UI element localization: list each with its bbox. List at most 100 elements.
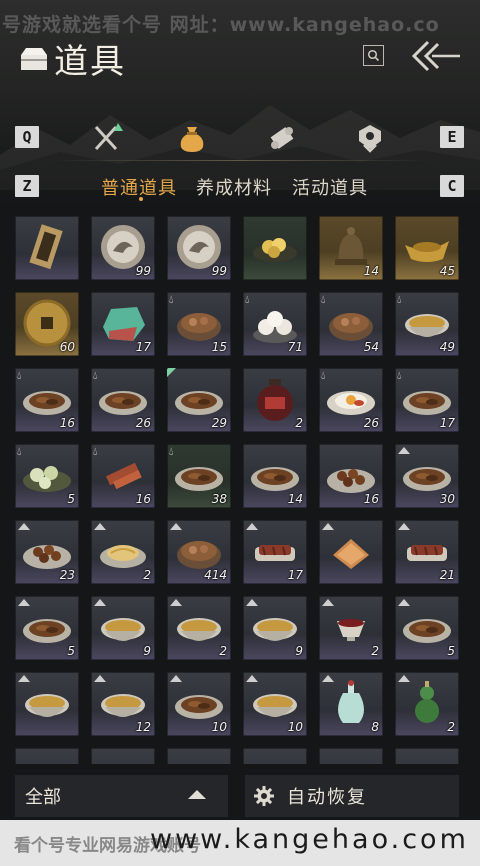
upgrade-arrow-icon <box>246 675 258 682</box>
upgrade-arrow-icon <box>322 675 334 682</box>
inventory-slot[interactable]: 2 <box>243 368 307 432</box>
new-item-flag-icon <box>167 368 176 377</box>
auto-restore-label: 自动恢复 <box>287 787 367 808</box>
inventory-slot[interactable]: 14 <box>243 444 307 508</box>
inventory-slot[interactable]: 💧︎ 15 <box>167 292 231 356</box>
item-count: 30 <box>439 492 455 506</box>
inventory-slot[interactable]: 💧︎ 49 <box>395 292 459 356</box>
back-arrow-icon[interactable] <box>410 38 462 74</box>
item-count: 9 <box>295 644 303 658</box>
inventory-slot[interactable] <box>15 748 79 764</box>
item-count: 45 <box>439 264 455 278</box>
inventory-slot[interactable]: 💧︎ 26 <box>91 368 155 432</box>
item-count: 15 <box>211 340 227 354</box>
item-count: 17 <box>135 340 151 354</box>
inventory-slot[interactable]: 17 <box>243 520 307 584</box>
inventory-slot[interactable]: 2 <box>167 596 231 660</box>
food-plate-icon <box>249 753 301 764</box>
inventory-slot[interactable]: 21 <box>395 520 459 584</box>
item-count: 26 <box>363 416 379 430</box>
inventory-slot[interactable] <box>15 216 79 280</box>
inventory-slot[interactable] <box>243 748 307 764</box>
item-count: 14 <box>363 264 379 278</box>
next-category-key[interactable]: E <box>440 126 464 148</box>
consumable-drop-icon: 💧︎ <box>93 445 98 458</box>
consumable-drop-icon: 💧︎ <box>17 369 22 382</box>
inventory-slot[interactable]: 8 <box>319 672 383 736</box>
inventory-slot[interactable]: 💧︎ 16 <box>91 444 155 508</box>
inventory-slot[interactable]: 23 <box>15 520 79 584</box>
auto-restore-button[interactable]: 自动恢复 <box>245 775 459 817</box>
inventory-slot[interactable]: 💧︎ 71 <box>243 292 307 356</box>
inventory-slot[interactable]: 99 <box>91 216 155 280</box>
inventory-slot[interactable] <box>243 216 307 280</box>
item-count: 16 <box>135 492 151 506</box>
prev-category-key[interactable]: Q <box>15 126 39 148</box>
inventory-slot[interactable]: 17 <box>91 292 155 356</box>
inventory-slot[interactable]: 5 <box>15 596 79 660</box>
inventory-slot[interactable] <box>319 748 383 764</box>
tab-badges[interactable] <box>350 120 390 156</box>
inventory-slot[interactable]: 💧︎ 5 <box>15 444 79 508</box>
item-count: 14 <box>287 492 303 506</box>
consumable-drop-icon: 💧︎ <box>17 445 22 458</box>
subtab-cultivation-materials[interactable]: 养成材料 <box>196 174 272 200</box>
inventory-slot[interactable] <box>91 748 155 764</box>
inventory-slot[interactable]: 💧︎ 54 <box>319 292 383 356</box>
consumable-drop-icon: 💧︎ <box>169 445 174 458</box>
food-plate-icon <box>21 753 73 764</box>
inventory-slot[interactable]: 14 <box>319 216 383 280</box>
inventory-slot[interactable]: 💧︎ 17 <box>395 368 459 432</box>
inventory-slot[interactable]: 5 <box>395 596 459 660</box>
food-plate-icon <box>325 753 377 764</box>
inventory-slot[interactable] <box>395 748 459 764</box>
inventory-slot[interactable]: 99 <box>167 216 231 280</box>
tab-scrolls[interactable] <box>262 120 302 156</box>
item-count: 5 <box>447 644 455 658</box>
inventory-slot[interactable]: 29 <box>167 368 231 432</box>
item-count: 23 <box>59 568 75 582</box>
caret-up-icon <box>188 790 206 799</box>
inventory-slot[interactable] <box>319 520 383 584</box>
wine-cup-icon <box>337 619 365 641</box>
page-title: 道具 <box>54 41 126 82</box>
inventory-slot[interactable]: 30 <box>395 444 459 508</box>
inventory-slot[interactable]: 9 <box>91 596 155 660</box>
consumable-drop-icon: 💧︎ <box>93 369 98 382</box>
money-bag-icon <box>180 127 204 152</box>
inventory-slot[interactable]: 2 <box>91 520 155 584</box>
inventory-slot[interactable] <box>15 672 79 736</box>
inventory-slot[interactable]: 2 <box>395 672 459 736</box>
noodle-plate-icon <box>100 545 146 568</box>
filter-label: 全部 <box>25 787 61 808</box>
inventory-slot[interactable]: 414 <box>167 520 231 584</box>
inventory-slot[interactable]: 💧︎ 16 <box>15 368 79 432</box>
tab-equipment[interactable] <box>87 120 127 156</box>
inventory-slot[interactable]: 12 <box>91 672 155 736</box>
search-button[interactable] <box>363 45 384 66</box>
inventory-slot[interactable]: 60 <box>15 292 79 356</box>
subtab-event-items[interactable]: 活动道具 <box>292 174 368 200</box>
soup-bowl-icon <box>177 618 221 641</box>
item-count: 17 <box>287 568 303 582</box>
inventory-slot[interactable]: 10 <box>243 672 307 736</box>
tab-items[interactable] <box>172 120 212 156</box>
inventory-slot[interactable]: 2 <box>319 596 383 660</box>
food-plate-icon <box>97 753 149 764</box>
filter-dropdown[interactable]: 全部 <box>15 775 228 817</box>
item-count: 29 <box>211 416 227 430</box>
inventory-slot[interactable]: 💧︎ 26 <box>319 368 383 432</box>
inventory-slot[interactable]: 45 <box>395 216 459 280</box>
gourd-icon <box>415 681 439 723</box>
page-header: 道具 <box>18 36 126 82</box>
inventory-slot[interactable]: 💧︎ 38 <box>167 444 231 508</box>
upgrade-arrow-icon <box>94 523 106 530</box>
consumable-drop-icon: 💧︎ <box>321 293 326 306</box>
item-count: 2 <box>371 644 379 658</box>
inventory-slot[interactable]: 10 <box>167 672 231 736</box>
subtab-normal-items[interactable]: 普通道具 <box>101 174 177 200</box>
inventory-slot[interactable]: 16 <box>319 444 383 508</box>
inventory-slot[interactable]: 9 <box>243 596 307 660</box>
inventory-slot[interactable] <box>167 748 231 764</box>
soup-bowl-icon <box>253 618 297 641</box>
